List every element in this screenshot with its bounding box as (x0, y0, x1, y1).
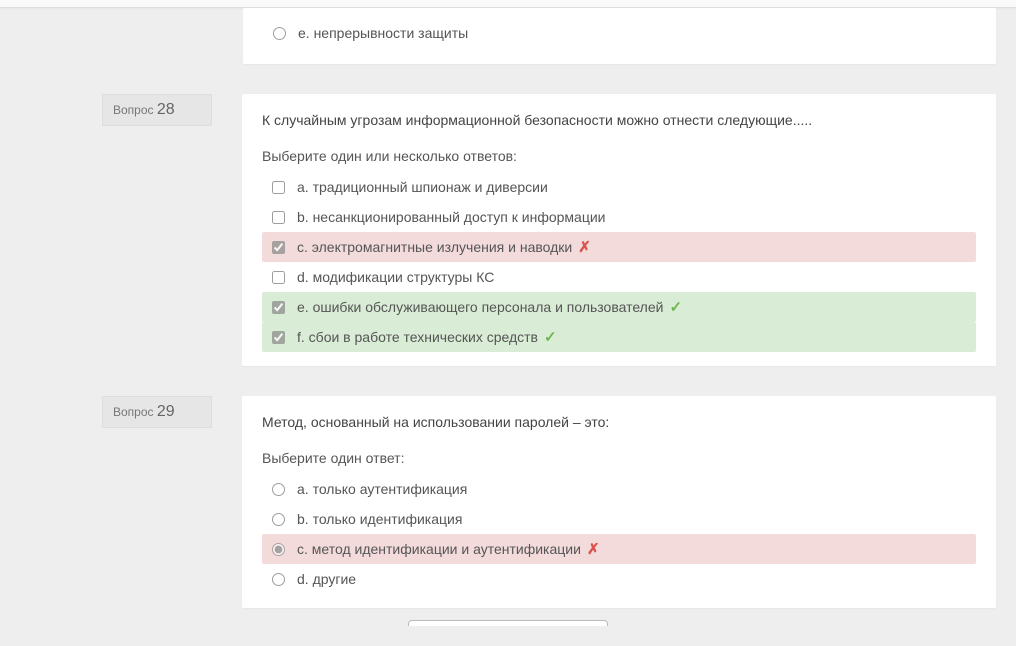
answer-prompt: Выберите один ответ: (262, 450, 976, 466)
question-card-partial: e. непрерывности защиты (243, 8, 996, 64)
cross-icon: ✗ (587, 542, 600, 557)
option-label: e. ошибки обслуживающего персонала и пол… (297, 299, 663, 315)
answer-list: e. непрерывности защиты (263, 18, 976, 48)
answer-list: a. традиционный шпионаж и диверсии b. не… (262, 172, 976, 352)
check-icon: ✓ (544, 330, 557, 345)
container: e. непрерывности защиты Вопрос 28 К случ… (0, 8, 1016, 646)
answer-option[interactable]: f. сбои в работе технических средств ✓ (262, 322, 976, 352)
answer-option[interactable]: c. электромагнитные излучения и наводки … (262, 232, 976, 262)
option-label: c. метод идентификации и аутентификации (297, 541, 581, 557)
question-row-28: Вопрос 28 К случайным угрозам информацио… (20, 94, 996, 366)
answer-list: a. только аутентификация b. только идент… (262, 474, 976, 594)
top-bar (0, 0, 1016, 8)
question-label: Вопрос 28 (102, 94, 212, 126)
option-label: e. непрерывности защиты (298, 25, 468, 41)
answer-option[interactable]: a. традиционный шпионаж и диверсии (262, 172, 976, 202)
cross-icon: ✗ (578, 240, 591, 255)
checkbox-option-d[interactable] (272, 271, 285, 284)
answer-option[interactable]: e. непрерывности защиты (263, 18, 976, 48)
checkbox-option-a[interactable] (272, 181, 285, 194)
radio-option-d[interactable] (272, 573, 285, 586)
checkbox-option-e[interactable] (272, 301, 285, 314)
answer-option[interactable]: d. другие (262, 564, 976, 594)
option-label: a. традиционный шпионаж и диверсии (297, 179, 548, 195)
popup-hint-partial (408, 620, 608, 626)
option-label: b. только идентификация (297, 511, 462, 527)
question-label: Вопрос 29 (102, 396, 212, 428)
answer-option[interactable]: c. метод идентификации и аутентификации … (262, 534, 976, 564)
question-number: 28 (157, 101, 175, 118)
answer-prompt: Выберите один или несколько ответов: (262, 148, 976, 164)
question-number: 29 (157, 403, 175, 420)
answer-option[interactable]: e. ошибки обслуживающего персонала и пол… (262, 292, 976, 322)
radio-option-c[interactable] (272, 543, 285, 556)
question-card: Метод, основанный на использовании парол… (242, 396, 996, 608)
answer-option[interactable]: b. несанкционированный доступ к информац… (262, 202, 976, 232)
answer-option[interactable]: d. модификации структуры КС (262, 262, 976, 292)
question-row-29: Вопрос 29 Метод, основанный на использов… (20, 396, 996, 608)
option-label: f. сбои в работе технических средств (297, 329, 538, 345)
checkbox-option-f[interactable] (272, 331, 285, 344)
question-word: Вопрос (113, 103, 154, 117)
checkbox-option-b[interactable] (272, 211, 285, 224)
question-card: К случайным угрозам информационной безоп… (242, 94, 996, 366)
question-word: Вопрос (113, 405, 154, 419)
answer-option[interactable]: a. только аутентификация (262, 474, 976, 504)
option-label: d. другие (297, 571, 356, 587)
option-label: c. электромагнитные излучения и наводки (297, 239, 572, 255)
option-label: b. несанкционированный доступ к информац… (297, 209, 606, 225)
radio-option-e[interactable] (273, 27, 286, 40)
option-label: d. модификации структуры КС (297, 269, 494, 285)
question-text: К случайным угрозам информационной безоп… (262, 112, 976, 128)
answer-option[interactable]: b. только идентификация (262, 504, 976, 534)
checkbox-option-c[interactable] (272, 241, 285, 254)
radio-option-b[interactable] (272, 513, 285, 526)
radio-option-a[interactable] (272, 483, 285, 496)
check-icon: ✓ (669, 300, 682, 315)
option-label: a. только аутентификация (297, 481, 467, 497)
question-text: Метод, основанный на использовании парол… (262, 414, 976, 430)
